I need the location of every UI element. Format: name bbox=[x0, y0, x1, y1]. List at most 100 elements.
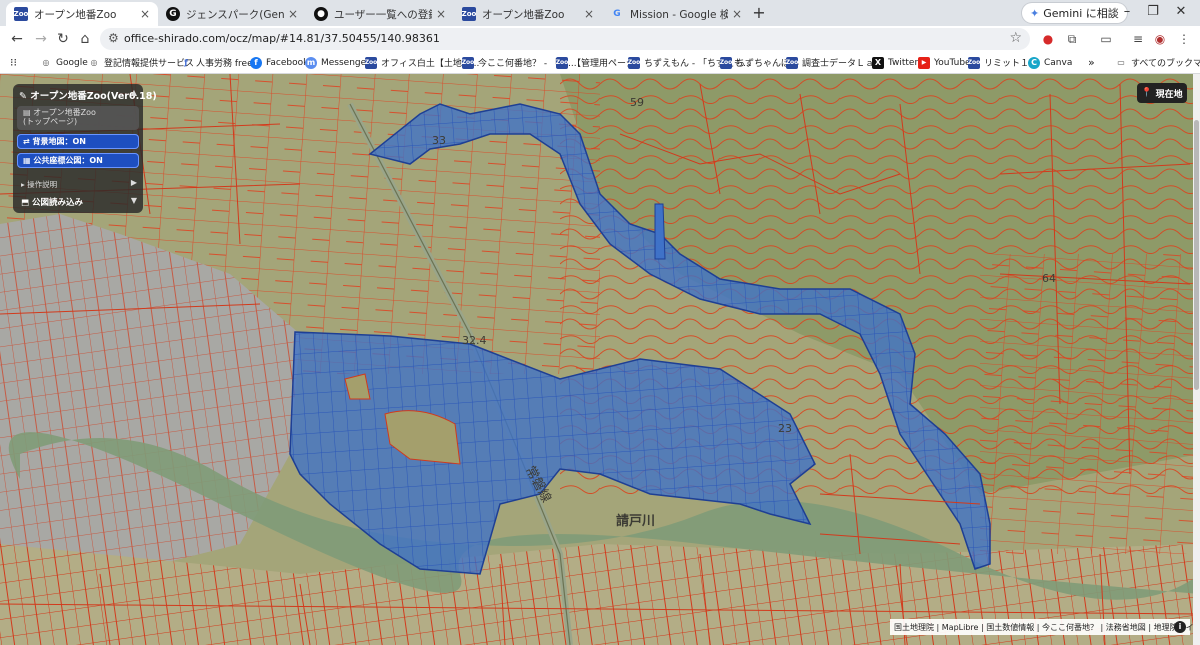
tab-open-chiban-zoo[interactable]: Zoo オープン地番Zoo × bbox=[6, 2, 158, 26]
bookmark-star-icon[interactable]: ☆ bbox=[1009, 30, 1022, 46]
reading-list-icon[interactable]: ≡ bbox=[1130, 31, 1146, 47]
dropdown-arrow-icon[interactable]: ▼ bbox=[131, 196, 137, 205]
folder-icon: ▭ bbox=[1117, 58, 1125, 67]
minimize-icon[interactable]: – bbox=[1116, 4, 1138, 19]
maximize-icon[interactable]: ❐ bbox=[1142, 4, 1164, 19]
bookmark-chousashi-lab[interactable]: Zoo 調査士データＬａｂ bbox=[786, 55, 883, 70]
profile-avatar-icon[interactable]: ◉ bbox=[1152, 31, 1168, 47]
tab-title: Mission - Google 検索 bbox=[630, 8, 728, 21]
background-map-toggle[interactable]: ⇄ 背景地図：ON bbox=[17, 134, 139, 149]
tab-google-search[interactable]: G Mission - Google 検索 × bbox=[602, 2, 750, 26]
zoo-icon: Zoo bbox=[14, 7, 28, 21]
forward-icon[interactable]: → bbox=[32, 30, 50, 48]
google-icon: G bbox=[613, 9, 621, 19]
public-map-toggle[interactable]: ▦ 公共座標公図：ON bbox=[17, 153, 139, 168]
site-info-icon[interactable]: ⚙ bbox=[108, 31, 119, 45]
elevation-label: 59 bbox=[630, 96, 644, 109]
address-bar[interactable]: ⚙ office-shirado.com/ocz/map/#14.81/37.5… bbox=[100, 28, 1030, 50]
bookmark-label: 調査士データＬａｂ bbox=[802, 59, 884, 69]
map-canvas[interactable]: 59 33 32.4 64 23 請戸川 常磐線 bbox=[0, 74, 1200, 645]
sidepanel-icon[interactable]: ▭ bbox=[1098, 31, 1114, 47]
close-window-icon[interactable]: ✕ bbox=[1170, 4, 1192, 19]
collapse-panel-icon[interactable]: ▲ bbox=[131, 88, 137, 97]
tab-title: オープン地番Zoo bbox=[34, 8, 117, 21]
elevation-label: 64 bbox=[1042, 272, 1056, 285]
expand-arrow-icon[interactable]: ▶ bbox=[131, 178, 137, 187]
new-tab-button[interactable]: + bbox=[750, 4, 768, 22]
bookmark-freee[interactable]: ƒ 人事労務 freee bbox=[180, 55, 258, 70]
tab-title: ユーザー一覧への登録筆数表示の bbox=[334, 8, 432, 21]
operation-guide-link[interactable]: ▸ 操作説明 bbox=[21, 179, 57, 190]
tab-title: ジェンスパーク(Genspark) - あなたの bbox=[186, 8, 284, 21]
all-bookmarks-folder[interactable]: ▭ すべてのブックマーク bbox=[1115, 55, 1200, 70]
zoo-icon: Zoo bbox=[462, 7, 476, 21]
home-page-button[interactable]: ▤ オープン地番Zoo (トップページ) bbox=[17, 106, 139, 130]
scrollbar-thumb[interactable] bbox=[1194, 120, 1199, 390]
genspark-icon: G bbox=[166, 7, 180, 21]
zoo-icon: Zoo bbox=[462, 56, 474, 69]
bookmark-touki[interactable]: ◎ 登記情報提供サービス bbox=[88, 55, 195, 70]
tab-github[interactable]: ● ユーザー一覧への登録筆数表示の × bbox=[306, 2, 454, 26]
bookmark-google[interactable]: ◎ Google bbox=[40, 55, 88, 70]
zoo-icon: Zoo bbox=[786, 56, 798, 69]
globe-icon: ◎ bbox=[42, 58, 50, 67]
extensions-puzzle-icon[interactable]: ⧉ bbox=[1064, 31, 1080, 47]
gemini-button[interactable]: ✦ Gemini に相談 bbox=[1022, 3, 1127, 23]
current-location-button[interactable]: 📍 現在地 bbox=[1137, 83, 1187, 103]
control-panel: ✎ オープン地番Zoo(Ver0.18) ▲ ▤ オープン地番Zoo (トップペ… bbox=[13, 84, 157, 213]
close-icon[interactable]: × bbox=[436, 7, 446, 21]
close-icon[interactable]: × bbox=[732, 7, 742, 21]
bookmarks-overflow-button[interactable]: » bbox=[1088, 55, 1095, 70]
home-icon[interactable]: ⌂ bbox=[76, 30, 94, 48]
apps-grid-icon[interactable]: ⁝⁝ bbox=[10, 55, 17, 70]
info-icon[interactable]: i bbox=[1174, 621, 1186, 633]
bookmark-label: YouTube bbox=[934, 57, 971, 68]
bookmark-label: Facebook bbox=[266, 57, 309, 68]
location-pin-icon: 📍 bbox=[1141, 88, 1153, 98]
tab-open-chiban-zoo-2[interactable]: Zoo オープン地番Zoo × bbox=[454, 2, 602, 26]
bookmark-label: Messenger bbox=[321, 57, 370, 68]
bookmark-label: Canva bbox=[1044, 57, 1073, 68]
map-svg bbox=[0, 74, 1200, 645]
river-name-label: 請戸川 bbox=[616, 514, 656, 529]
zoo-icon: Zoo bbox=[365, 56, 377, 69]
close-icon[interactable]: × bbox=[584, 7, 594, 21]
canva-icon: C bbox=[1028, 56, 1040, 69]
zoo-icon: Zoo bbox=[628, 56, 640, 69]
load-map-button[interactable]: ⬒ 公図読み込み bbox=[21, 196, 83, 208]
back-icon[interactable]: ← bbox=[8, 30, 26, 48]
zoo-icon: Zoo bbox=[720, 56, 732, 69]
facebook-icon: f bbox=[250, 56, 262, 69]
bookmark-label: Google bbox=[56, 57, 88, 68]
map-icon: ⇄ bbox=[23, 137, 33, 146]
pen-icon: ✎ bbox=[19, 91, 31, 102]
bookmark-canva[interactable]: C Canva bbox=[1028, 55, 1072, 70]
x-icon: X bbox=[872, 56, 884, 69]
freee-icon: ƒ bbox=[184, 58, 188, 67]
bookmark-facebook[interactable]: f Facebook bbox=[250, 55, 308, 70]
reload-icon[interactable]: ↻ bbox=[54, 30, 72, 48]
elevation-label: 23 bbox=[778, 422, 792, 435]
menu-icon[interactable]: ⋮ bbox=[1176, 31, 1192, 47]
globe-icon: ◎ bbox=[90, 58, 98, 67]
bookmark-label: 人事労務 freee bbox=[196, 59, 259, 69]
address-toolbar: ← → ↻ ⌂ ⚙ office-shirado.com/ocz/map/#14… bbox=[0, 26, 1200, 52]
bookmarks-bar: ⁝⁝ ◎ Google ◎ 登記情報提供サービス ƒ 人事労務 freee f Face… bbox=[0, 52, 1200, 74]
layer-icon: ▦ bbox=[23, 156, 34, 165]
tab-genspark[interactable]: G ジェンスパーク(Genspark) - あなたの × bbox=[158, 2, 306, 26]
elevation-label: 33 bbox=[432, 134, 446, 147]
close-icon[interactable]: × bbox=[288, 7, 298, 21]
youtube-icon: ▶ bbox=[918, 56, 930, 69]
close-icon[interactable]: × bbox=[140, 7, 150, 21]
map-attribution: 国土地理院 | MapLibre | 国土数値情報 | 今ここ何番地？ | 法務… bbox=[890, 619, 1200, 635]
page-icon: ▤ bbox=[23, 108, 34, 117]
zoo-icon: Zoo bbox=[968, 56, 980, 69]
tab-title: オープン地番Zoo bbox=[482, 8, 565, 21]
bookmark-label: Twitter bbox=[888, 57, 919, 68]
bookmark-twitter[interactable]: X Twitter bbox=[872, 55, 918, 70]
bookmark-messenger[interactable]: m Messenger bbox=[305, 55, 370, 70]
messenger-icon: m bbox=[305, 56, 317, 69]
extension-red-icon[interactable]: ● bbox=[1040, 31, 1056, 47]
bookmark-youtube[interactable]: ▶ YouTube bbox=[918, 55, 971, 70]
gemini-sparkle-icon: ✦ bbox=[1030, 6, 1040, 20]
